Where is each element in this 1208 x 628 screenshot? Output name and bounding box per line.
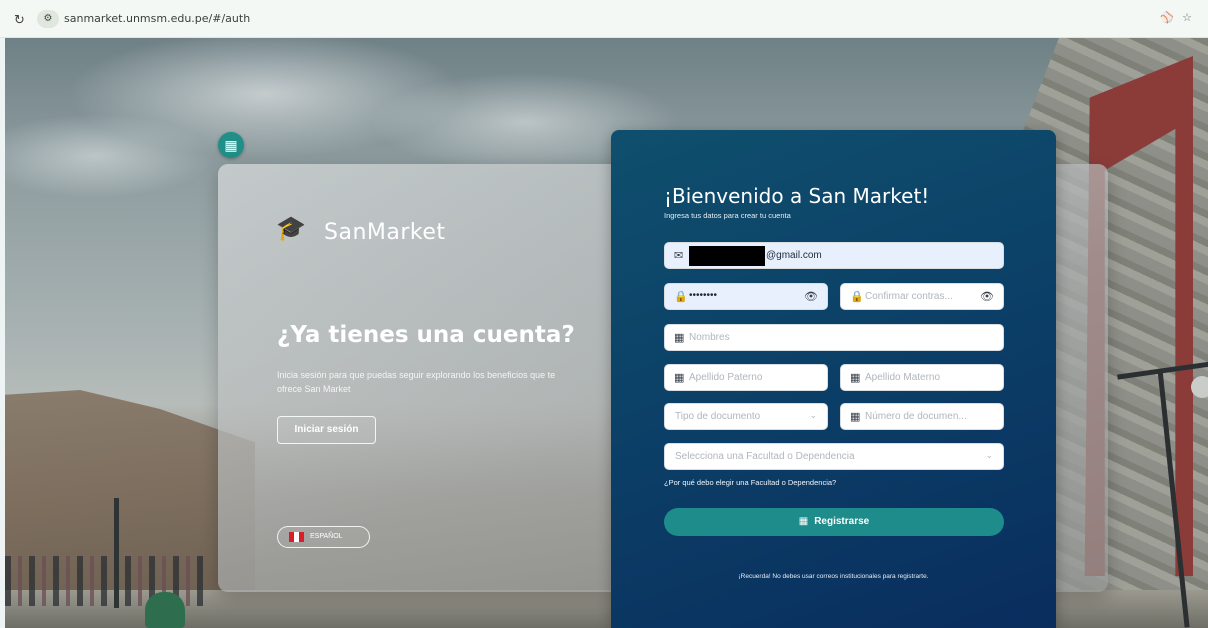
register-label: Registrarse bbox=[814, 516, 870, 527]
login-button[interactable]: Iniciar sesión bbox=[277, 416, 376, 444]
language-label: ESPAÑOL bbox=[310, 533, 343, 540]
nombres-field[interactable]: ▦ Nombres bbox=[664, 324, 1004, 351]
storefront-icon[interactable]: ▦ bbox=[218, 132, 244, 158]
site-info-icon[interactable]: ⚙ bbox=[37, 10, 59, 28]
register-title: ¡Bienvenido a San Market! bbox=[664, 184, 930, 208]
tipo-documento-placeholder: Tipo de documento bbox=[675, 411, 761, 422]
confirm-password-field[interactable]: 🔒 Confirmar contras... 👁 bbox=[840, 283, 1004, 310]
login-prompt-title: ¿Ya tienes una cuenta? bbox=[277, 322, 575, 348]
lamp-post bbox=[114, 498, 119, 608]
register-subtitle: Ingresa tus datos para crear tu cuenta bbox=[664, 211, 791, 220]
numero-documento-field[interactable]: ▦ Número de documen... bbox=[840, 403, 1004, 430]
nombres-placeholder: Nombres bbox=[689, 332, 730, 343]
numero-documento-placeholder: Número de documen... bbox=[865, 411, 967, 422]
logo-text: SanMarket bbox=[324, 220, 446, 245]
eye-icon[interactable]: 👁 bbox=[980, 290, 994, 303]
facultad-select[interactable]: Selecciona una Facultad o Dependencia ⌄ bbox=[664, 443, 1004, 470]
chevron-down-icon: ⌄ bbox=[809, 410, 817, 420]
id-card-icon: ▦ bbox=[674, 332, 685, 344]
sanmarket-logo: 🎓 SanMarket bbox=[276, 210, 456, 250]
language-selector[interactable]: ESPAÑOL bbox=[277, 526, 370, 548]
apellido-materno-field[interactable]: ▦ Apellido Materno bbox=[840, 364, 1004, 391]
email-field[interactable]: ✉ @gmail.com bbox=[664, 242, 1004, 269]
key-icon[interactable]: ⚾ bbox=[1160, 12, 1182, 24]
star-icon[interactable]: ☆ bbox=[1182, 12, 1200, 24]
browser-toolbar: ↻ ⚙ sanmarket.unmsm.edu.pe/#/auth ⚾☆ bbox=[0, 0, 1208, 38]
tipo-documento-select[interactable]: Tipo de documento ⌄ bbox=[664, 403, 828, 430]
reload-icon[interactable]: ↻ bbox=[14, 12, 25, 28]
graduation-cart-icon: 🎓 bbox=[276, 215, 306, 242]
id-card-icon: ▦ bbox=[850, 372, 861, 384]
facultad-placeholder: Selecciona una Facultad o Dependencia bbox=[675, 451, 855, 462]
password-field[interactable]: 🔒 •••••••• 👁 bbox=[664, 283, 828, 310]
register-button[interactable]: ▦ Registrarse bbox=[664, 508, 1004, 536]
address-bar[interactable]: sanmarket.unmsm.edu.pe/#/auth bbox=[64, 12, 250, 25]
eye-icon[interactable]: 👁 bbox=[804, 290, 818, 303]
id-card-icon: ▦ bbox=[674, 372, 685, 384]
mail-icon: ✉ bbox=[674, 250, 684, 262]
password-value: •••••••• bbox=[689, 290, 718, 301]
peru-flag-icon bbox=[289, 532, 304, 542]
register-icon: ▦ bbox=[798, 516, 809, 527]
id-card-icon: ▦ bbox=[850, 411, 861, 423]
apellido-materno-placeholder: Apellido Materno bbox=[865, 372, 941, 383]
email-value: @gmail.com bbox=[766, 250, 822, 261]
lamp-bulb bbox=[1191, 376, 1208, 398]
lock-icon: 🔒 bbox=[850, 291, 864, 303]
redaction-box bbox=[689, 246, 765, 266]
chevron-down-icon: ⌄ bbox=[985, 450, 993, 460]
apellido-paterno-field[interactable]: ▦ Apellido Paterno bbox=[664, 364, 828, 391]
trash-bin bbox=[145, 592, 185, 628]
institutional-email-notice: ¡Recuerda! No debes usar correos institu… bbox=[738, 573, 929, 580]
login-prompt-description: Inicia sesión para que puedas seguir exp… bbox=[277, 370, 556, 394]
confirm-password-placeholder: Confirmar contras... bbox=[865, 291, 953, 302]
toolbar-right-icons: ⚾☆ bbox=[1160, 11, 1200, 24]
facultad-help-link[interactable]: ¿Por qué debo elegir una Facultad o Depe… bbox=[664, 478, 836, 487]
lock-icon: 🔒 bbox=[674, 291, 688, 303]
apellido-paterno-placeholder: Apellido Paterno bbox=[689, 372, 763, 383]
